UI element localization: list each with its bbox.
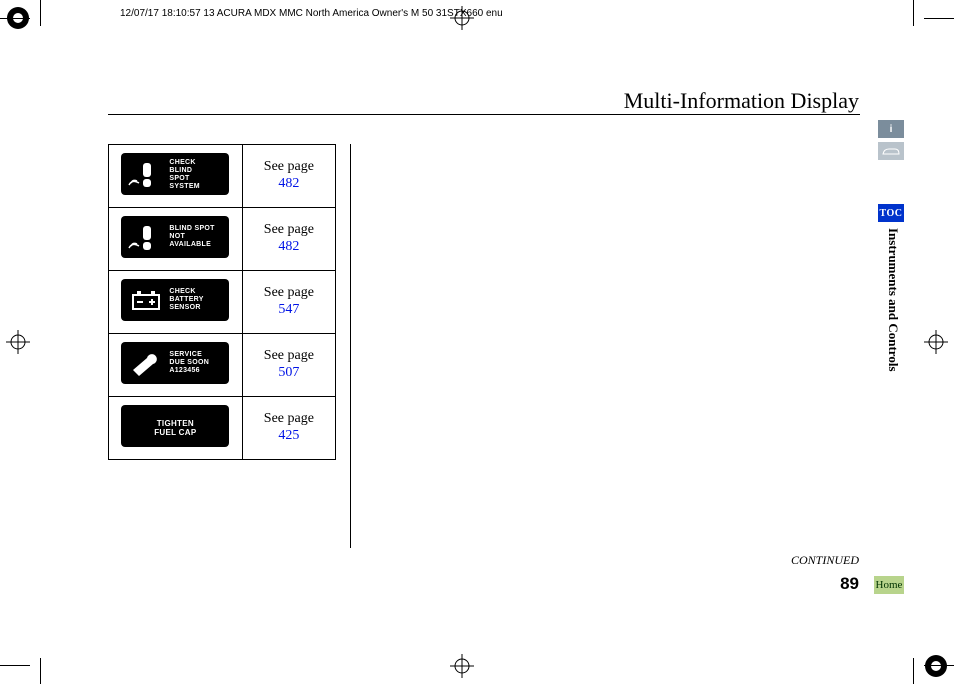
- dashboard-warning-icon: SERVICEDUE SOONA123456: [121, 342, 229, 384]
- title-rule: [108, 114, 860, 115]
- bsi-icon: [127, 222, 165, 252]
- dashboard-warning-icon: CHECKBLINDSPOTSYSTEM: [121, 153, 229, 195]
- page-link[interactable]: 425: [278, 428, 299, 443]
- info-tab[interactable]: i: [878, 120, 904, 138]
- section-label[interactable]: Instruments and Controls: [885, 228, 901, 372]
- dashboard-warning-icon: CHECKBATTERYSENSOR: [121, 279, 229, 321]
- warning-icon-cell: CHECKBATTERYSENSOR: [109, 271, 243, 334]
- page-link[interactable]: 482: [278, 176, 299, 191]
- warning-text: TIGHTENFUEL CAP: [121, 419, 229, 437]
- print-header: 12/07/17 18:10:57 13 ACURA MDX MMC North…: [120, 8, 503, 19]
- wrench-icon: [127, 348, 165, 378]
- crop-line: [924, 665, 954, 666]
- crop-line: [0, 18, 30, 19]
- continued-label: CONTINUED: [791, 553, 859, 568]
- dashboard-warning-icon: TIGHTENFUEL CAP: [121, 405, 229, 447]
- crop-line: [913, 658, 914, 684]
- vehicle-tab[interactable]: [878, 142, 904, 160]
- page-link[interactable]: 547: [278, 302, 299, 317]
- page-title: Multi-Information Display: [624, 88, 859, 114]
- registration-mark: [6, 330, 30, 354]
- page-reference-cell: See page 482: [242, 208, 335, 271]
- dashboard-warning-icon: BLIND SPOTNOTAVAILABLE: [121, 216, 229, 258]
- bsi-icon: [127, 159, 165, 189]
- warning-icon-cell: TIGHTENFUEL CAP: [109, 397, 243, 460]
- see-page-label: See page: [264, 222, 314, 237]
- toc-tab[interactable]: TOC: [878, 204, 904, 222]
- car-icon: [881, 146, 901, 156]
- home-tab[interactable]: Home: [874, 576, 904, 594]
- page-reference-cell: See page 547: [242, 271, 335, 334]
- page-reference-cell: See page 425: [242, 397, 335, 460]
- table-row: CHECKBLINDSPOTSYSTEM See page 482: [109, 145, 336, 208]
- page-reference-cell: See page 507: [242, 334, 335, 397]
- see-page-label: See page: [264, 348, 314, 363]
- page-link[interactable]: 507: [278, 365, 299, 380]
- see-page-label: See page: [264, 159, 314, 174]
- crop-line: [924, 18, 954, 19]
- warning-text: CHECKBATTERYSENSOR: [169, 288, 203, 312]
- battery-icon: [127, 285, 165, 315]
- color-registration-icon: [924, 654, 948, 678]
- table-row: BLIND SPOTNOTAVAILABLE See page 482: [109, 208, 336, 271]
- warning-icon-cell: BLIND SPOTNOTAVAILABLE: [109, 208, 243, 271]
- registration-mark: [450, 654, 474, 678]
- warning-text: BLIND SPOTNOTAVAILABLE: [169, 225, 214, 249]
- warning-icon-cell: SERVICEDUE SOONA123456: [109, 334, 243, 397]
- warning-message-table: CHECKBLINDSPOTSYSTEMSee page482BLIND SPO…: [108, 144, 336, 460]
- see-page-label: See page: [264, 411, 314, 426]
- warning-text: CHECKBLINDSPOTSYSTEM: [169, 159, 200, 191]
- page-reference-cell: See page 482: [242, 145, 335, 208]
- crop-line: [913, 0, 914, 26]
- table-row: TIGHTENFUEL CAP See page 425: [109, 397, 336, 460]
- table-row: SERVICEDUE SOONA123456 See page 507: [109, 334, 336, 397]
- crop-line: [40, 0, 41, 26]
- page-link[interactable]: 482: [278, 239, 299, 254]
- crop-line: [0, 665, 30, 666]
- column-divider: [350, 144, 351, 548]
- warning-text: SERVICEDUE SOONA123456: [169, 351, 209, 375]
- crop-line: [40, 658, 41, 684]
- page-number: 89: [840, 574, 859, 594]
- table-row: CHECKBATTERYSENSOR See page 547: [109, 271, 336, 334]
- see-page-label: See page: [264, 285, 314, 300]
- registration-mark: [924, 330, 948, 354]
- warning-icon-cell: CHECKBLINDSPOTSYSTEM: [109, 145, 243, 208]
